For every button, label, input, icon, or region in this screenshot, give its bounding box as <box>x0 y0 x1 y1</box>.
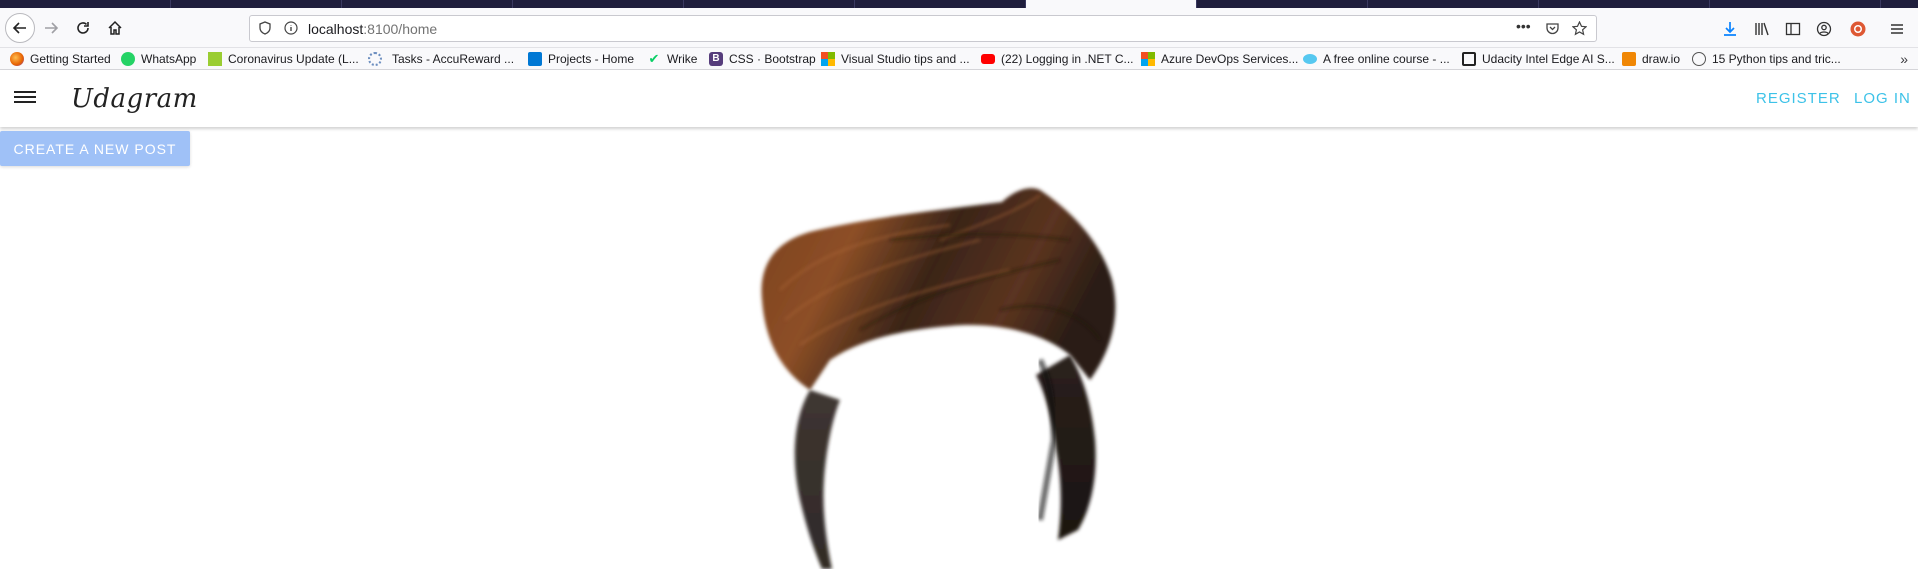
url-host: localhost <box>308 21 364 37</box>
reload-icon <box>77 22 89 34</box>
register-link[interactable]: REGISTER <box>1756 90 1841 107</box>
browser-tab-strip <box>0 0 1918 8</box>
downloads-icon[interactable] <box>1721 20 1739 38</box>
forward-button[interactable] <box>38 15 64 41</box>
home-button[interactable] <box>102 15 128 41</box>
info-icon[interactable] <box>284 21 298 40</box>
cloud-icon <box>1303 54 1317 64</box>
drawio-icon <box>1622 52 1636 66</box>
bookmark-wrike[interactable]: ✔ Wrike <box>647 51 698 67</box>
browser-tab[interactable] <box>171 0 342 8</box>
hamburger-menu-icon[interactable] <box>1888 20 1906 38</box>
pocket-icon[interactable] <box>1545 21 1560 41</box>
bootstrap-icon: B <box>709 52 723 66</box>
microsoft-icon <box>1141 52 1155 66</box>
page-actions-icon[interactable]: ••• <box>1516 18 1531 34</box>
account-icon[interactable] <box>1815 20 1833 38</box>
create-post-button[interactable]: CREATE A NEW POST <box>0 131 190 166</box>
browser-tab[interactable] <box>1197 0 1368 8</box>
bookmark-python-tips[interactable]: 15 Python tips and tric... <box>1692 51 1841 67</box>
whatsapp-icon <box>121 52 135 66</box>
bookmark-udacity-intel-edge[interactable]: Udacity Intel Edge AI S... <box>1462 51 1615 67</box>
duckduckgo-extension-icon[interactable] <box>1849 20 1867 38</box>
bookmark-visual-studio-tips[interactable]: Visual Studio tips and ... <box>821 51 970 67</box>
sidebar-icon[interactable] <box>1784 20 1802 38</box>
browser-tab[interactable] <box>513 0 684 8</box>
bookmark-free-online-course[interactable]: A free online course - ... <box>1303 51 1450 67</box>
bookmark-accureward-tasks[interactable]: Tasks - AccuReward ... <box>368 51 514 67</box>
bookmark-azure-devops-services[interactable]: Azure DevOps Services... <box>1141 51 1298 67</box>
browser-tab-active[interactable] <box>1026 0 1197 8</box>
app-logo[interactable]: Udagram <box>71 84 198 114</box>
chevron-double-right-icon[interactable]: » <box>1900 51 1908 67</box>
browser-tab[interactable] <box>1539 0 1710 8</box>
accureward-icon <box>368 52 382 66</box>
reload-button[interactable] <box>70 15 96 41</box>
arrow-left-icon <box>12 22 26 34</box>
browser-tab[interactable] <box>1368 0 1539 8</box>
bookmark-drawio[interactable]: draw.io <box>1622 51 1680 67</box>
bookmark-getting-started[interactable]: Getting Started <box>10 51 111 67</box>
browser-tab[interactable] <box>855 0 1026 8</box>
address-bar[interactable]: localhost:8100/home ••• <box>249 15 1597 42</box>
firefox-icon <box>10 52 24 66</box>
globe-icon <box>1692 52 1706 66</box>
library-icon[interactable] <box>1753 20 1771 38</box>
bookmark-coronavirus-update[interactable]: Coronavirus Update (L... <box>208 51 359 67</box>
bookmark-star-icon[interactable] <box>1571 20 1588 41</box>
home-icon <box>108 20 122 35</box>
trello-icon <box>1462 52 1476 66</box>
back-button[interactable] <box>5 13 35 43</box>
browser-toolbar: localhost:8100/home ••• <box>0 8 1918 48</box>
browser-tab[interactable] <box>342 0 513 8</box>
arrow-right-icon <box>45 22 59 34</box>
azure-devops-icon <box>528 52 542 66</box>
shield-icon[interactable] <box>258 21 272 40</box>
login-link[interactable]: LOG IN <box>1854 90 1911 107</box>
browser-tab[interactable] <box>1710 0 1881 8</box>
coronavirus-update-icon <box>208 52 222 66</box>
hair-image <box>761 188 1116 569</box>
browser-tab[interactable] <box>0 0 171 8</box>
bookmark-projects-home[interactable]: Projects - Home <box>528 51 634 67</box>
app-header: Udagram REGISTER LOG IN <box>0 70 1918 127</box>
wrike-check-icon: ✔ <box>648 51 660 66</box>
bookmark-css-bootstrap[interactable]: B CSS · Bootstrap <box>709 51 816 67</box>
post-image <box>740 180 1160 569</box>
bookmarks-bar: Getting Started WhatsApp Coronavirus Upd… <box>0 48 1918 70</box>
bookmark-logging-dotnet[interactable]: (22) Logging in .NET C... <box>981 51 1134 67</box>
url-text[interactable]: localhost:8100/home <box>308 21 437 37</box>
microsoft-icon <box>821 52 835 66</box>
url-path: :8100/home <box>363 21 438 37</box>
youtube-icon <box>981 54 995 64</box>
bookmark-whatsapp[interactable]: WhatsApp <box>121 51 196 67</box>
browser-tab[interactable] <box>684 0 855 8</box>
menu-icon[interactable] <box>14 88 36 108</box>
